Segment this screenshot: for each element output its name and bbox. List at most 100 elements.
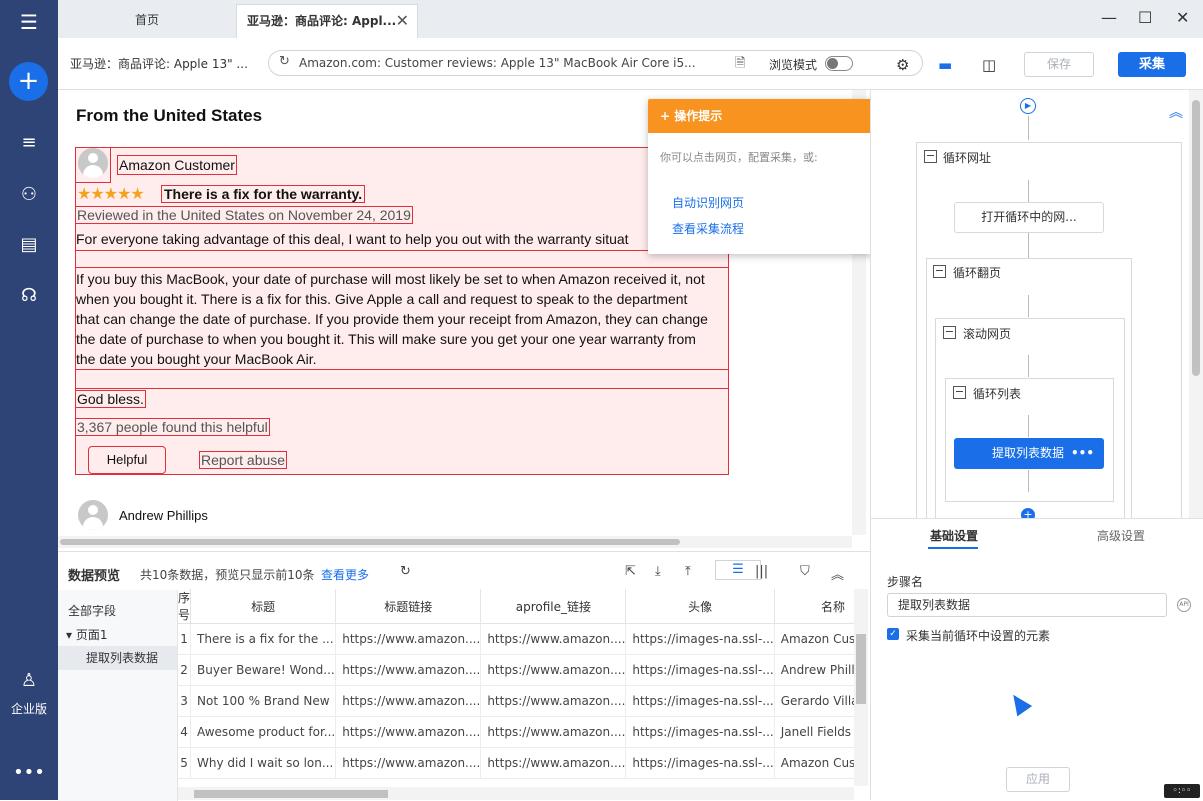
column-view-icon[interactable]: ||| [755, 564, 768, 579]
column-header[interactable]: 标题链接 [335, 589, 482, 624]
collapse-icon[interactable]: ︽ [831, 564, 844, 583]
close-icon[interactable]: ✕ [396, 5, 409, 37]
toggle-knob [827, 58, 838, 69]
settings-icon[interactable]: ⚙ [896, 56, 909, 74]
export-icon[interactable]: ⇱ [625, 564, 636, 579]
table-row[interactable]: 3 Not 100 % Brand New https://www.amazon… [178, 685, 854, 717]
tab-basic-settings[interactable]: 基础设置 [930, 527, 978, 544]
review-bless[interactable]: God bless. [75, 390, 146, 408]
auto-detect-link[interactable]: 自动识别网页 [672, 194, 744, 211]
table-cell: https://www.amazon.... [480, 716, 627, 748]
url-text[interactable]: Amazon.com: Customer reviews: Apple 13" … [299, 56, 696, 70]
tab-bar: 首页 亚马逊：商品评论: Appl... ✕ — ☐ ✕ [58, 0, 1203, 38]
list-icon[interactable]: ≡ [0, 132, 58, 153]
field-tree: 全部字段 ▾ 页面1 提取列表数据 [58, 590, 178, 801]
add-step-icon[interactable]: + [1021, 508, 1035, 518]
step-name-input[interactable]: 提取列表数据 [887, 593, 1167, 617]
helpful-count[interactable]: 3,367 people found this helpful [75, 418, 270, 436]
upload-icon[interactable]: ⤒ [685, 564, 691, 579]
filter-icon[interactable]: ⛉ [800, 564, 810, 579]
helpful-button[interactable]: Helpful [88, 446, 166, 474]
table-row[interactable]: 2 Buyer Beware! Wond... https://www.amaz… [178, 654, 854, 686]
layout-bottom-icon[interactable]: ▬ [938, 56, 952, 74]
column-header[interactable]: aprofile_链接 [480, 589, 627, 624]
collapse-all-icon[interactable]: ︽ [1169, 102, 1183, 122]
download-icon[interactable]: ⤓ [655, 564, 661, 579]
next-review-author[interactable]: Andrew Phillips [119, 508, 208, 523]
more-icon[interactable]: ••• [1071, 438, 1094, 469]
table-cell: https://images-na.ssl-... [625, 623, 775, 655]
review-line[interactable]: the date of purchase to when you bought … [76, 331, 696, 347]
column-header[interactable]: 头像 [625, 589, 775, 624]
enterprise-label[interactable]: 企业版 [0, 700, 58, 717]
column-header[interactable]: 名称 [774, 589, 854, 624]
view-more-link[interactable]: 查看更多 [321, 566, 369, 583]
more-icon[interactable]: ••• [0, 762, 58, 783]
layout-side-icon[interactable]: ◫ [982, 56, 996, 74]
collect-button[interactable]: 采集 [1118, 52, 1186, 77]
review-title[interactable]: There is a fix for the warranty. [161, 185, 366, 203]
users-icon[interactable]: ⚇ [0, 184, 58, 205]
collapse-loop-list[interactable]: − [953, 386, 966, 399]
view-flow-link[interactable]: 查看采集流程 [672, 220, 744, 237]
page-title: 亚马逊：商品评论: Apple 13" ... [70, 57, 248, 71]
avatar-highlight [75, 147, 111, 183]
browse-mode-toggle[interactable] [825, 56, 853, 71]
column-header[interactable]: 序号 [178, 589, 191, 624]
review-author[interactable]: Amazon Customer [117, 155, 237, 175]
collapse-loop-url[interactable]: − [924, 150, 937, 163]
document-icon[interactable]: 🗎 [735, 54, 745, 76]
active-tab-indicator [928, 547, 978, 549]
status-badge: ◦:◦◦ [1164, 784, 1200, 798]
play-icon[interactable]: ▶ [1020, 98, 1036, 114]
tree-page[interactable]: ▾ 页面1 [66, 626, 107, 643]
loop-url-label: 循环网址 [943, 151, 992, 165]
page-horizontal-scrollbar[interactable] [58, 536, 852, 548]
collapse-loop-page[interactable]: − [933, 265, 946, 278]
task-icon[interactable]: ▤ [0, 234, 58, 255]
review-date[interactable]: Reviewed in the United States on Novembe… [75, 206, 413, 224]
table-row[interactable]: 5 Why did I wait so lon... https://www.a… [178, 747, 854, 779]
report-abuse-link[interactable]: Report abuse [199, 451, 288, 469]
apply-button[interactable]: 应用 [1006, 767, 1070, 792]
refresh-icon[interactable]: ↻ [279, 54, 290, 69]
window-close-icon[interactable]: ✕ [1176, 8, 1189, 27]
table-horizontal-scrollbar[interactable] [178, 787, 854, 800]
section-title: From the United States [76, 106, 263, 125]
tab-home[interactable]: 首页 [58, 4, 236, 38]
scroll-thumb[interactable] [194, 790, 388, 798]
headset-icon[interactable]: ☊ [0, 285, 58, 306]
review-line[interactable]: the date you bought your MacBook Air. [76, 351, 317, 367]
minimize-icon[interactable]: — [1101, 8, 1117, 27]
tree-extract-item[interactable]: 提取列表数据 [58, 646, 177, 670]
open-loop-url-step[interactable]: 打开循环中的网... [954, 202, 1104, 233]
scroll-thumb[interactable] [1192, 100, 1200, 376]
table-row[interactable]: 4 Awesome product for... https://www.ama… [178, 716, 854, 748]
save-button[interactable]: 保存 [1024, 52, 1094, 77]
review-line[interactable]: that can change the date of purchase. If… [76, 311, 708, 327]
extract-list-step[interactable]: 提取列表数据 ••• [954, 438, 1104, 469]
table-cell: Amazon Customer [774, 747, 854, 779]
new-task-button[interactable]: + [9, 62, 48, 101]
menu-icon[interactable]: ☰ [0, 10, 58, 34]
table-cell: https://images-na.ssl-... [625, 685, 775, 717]
maximize-icon[interactable]: ☐ [1138, 8, 1152, 27]
tab-advanced-settings[interactable]: 高级设置 [1097, 527, 1145, 544]
table-row[interactable]: 1 There is a fix for the ... https://www… [178, 623, 854, 655]
scroll-thumb[interactable] [60, 539, 680, 545]
user-icon[interactable]: ♙ [0, 670, 58, 691]
review-line[interactable]: when you bought it. There is a fix for t… [76, 291, 687, 307]
table-vertical-scrollbar[interactable] [854, 589, 868, 786]
refresh-icon[interactable]: ↻ [400, 564, 411, 579]
tree-all-fields[interactable]: 全部字段 [68, 602, 116, 619]
tab-amazon-reviews[interactable]: 亚马逊：商品评论: Appl... ✕ [236, 4, 418, 38]
collapse-scroll[interactable]: − [943, 326, 956, 339]
collect-elements-checkbox[interactable]: ✓ [887, 628, 899, 640]
review-line[interactable]: If you buy this MacBook, your date of pu… [76, 271, 705, 287]
column-header[interactable]: 标题 [190, 589, 337, 624]
review-line[interactable]: For everyone taking advantage of this de… [76, 231, 629, 247]
url-field[interactable]: ↻ Amazon.com: Customer reviews: Apple 13… [268, 50, 923, 76]
flow-scrollbar[interactable] [1189, 90, 1203, 518]
api-icon[interactable]: API [1177, 598, 1191, 612]
scroll-thumb[interactable] [856, 634, 866, 704]
